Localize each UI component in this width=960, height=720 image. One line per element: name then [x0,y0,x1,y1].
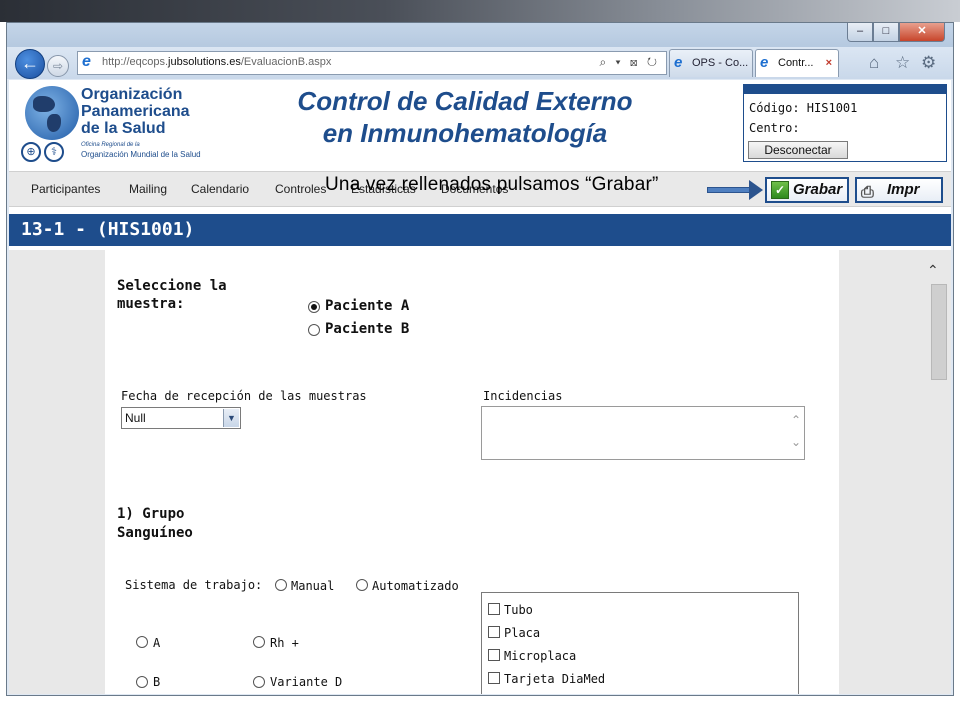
user-center: Centro: [749,121,800,135]
save-button[interactable]: ✓ Grabar [765,177,849,203]
radio-paciente-a[interactable] [308,301,320,313]
home-icon[interactable]: ⌂ [869,53,879,73]
url-text[interactable]: http://eqcops.jubsolutions.es/Evaluacion… [102,56,331,68]
page-scrollbar-thumb[interactable] [931,284,947,380]
globe-icon [25,86,79,140]
menu-bar: Participantes Mailing Calendario Control… [9,171,951,207]
close-window-button[interactable]: ✕ [899,23,945,42]
incidents-textarea[interactable]: ⌃ ⌄ [481,406,805,460]
print-button[interactable]: ⎙ Impr [855,177,943,203]
gear-icon[interactable]: ⚙ [921,53,936,73]
org-office: Oficina Regional de la [81,142,140,148]
address-tools-icons[interactable]: ⌕ ▾ ⊠ ↻ [599,55,660,70]
menu-item-mailing[interactable]: Mailing [129,182,167,196]
address-bar[interactable]: e http://eqcops.jubsolutions.es/Evaluaci… [77,51,667,75]
tab-ops[interactable]: e OPS - Co... [669,49,753,77]
blood-group-title: 1) Grupo Sanguíneo [117,506,193,541]
tab-control[interactable]: e Contr... × [755,49,839,77]
checkbox-label-placa: Placa [504,626,541,640]
url-domain: jubsolutions.es [168,56,241,68]
checkbox-placa[interactable] [488,626,500,638]
maximize-button[interactable]: □ [873,23,899,42]
favorites-star-icon[interactable]: ☆ [895,53,910,73]
radio-manual[interactable] [275,579,287,591]
radio-label-paciente-a: Paciente A [325,298,410,314]
tab-label: OPS - Co... [692,57,749,69]
radio-group-b[interactable] [136,676,148,688]
who-seal-icon: ⚕ [44,142,64,162]
ie-icon: e [674,54,683,71]
title-bar: – □ ✕ [7,23,953,49]
date-select[interactable]: Null ▼ [121,407,241,429]
radio-rh-plus[interactable] [253,636,265,648]
disconnect-button[interactable]: Desconectar [748,141,848,159]
menu-item-controles[interactable]: Controles [275,182,326,196]
user-box-bar [744,85,946,94]
annotation-arrow-head [749,180,763,200]
save-label: Grabar [793,181,843,198]
radio-label-automatizado: Automatizado [372,579,459,593]
radio-label-rh-plus: Rh + [270,636,299,650]
back-button[interactable]: ← [15,49,45,79]
radio-label-paciente-b: Paciente B [325,321,410,337]
forward-button[interactable]: ⇨ [47,55,69,77]
incidents-label: Incidencias [483,389,563,403]
checkbox-label-tarjeta-diamed: Tarjeta DiaMed [504,672,606,686]
date-value: Null [125,411,146,425]
checkbox-label-tubo: Tubo [504,603,533,617]
minimize-button[interactable]: – [847,23,873,42]
date-label: Fecha de recepción de las muestras [121,389,367,403]
un-seal-icon: ⊕ [21,142,41,162]
user-box: Código: HIS1001 Centro: Desconectar [743,84,947,162]
scroll-down-icon[interactable]: ⌄ [791,435,801,449]
checkbox-tarjeta-diamed[interactable] [488,672,500,684]
work-system-label: Sistema de trabajo: [125,578,263,592]
radio-label-variante-d: Variante D [270,675,343,689]
scroll-up-icon[interactable]: ⌃ [791,413,801,427]
radio-label-group-a: A [153,636,161,650]
page-viewport: ⊕ ⚕ Organización Panamericana de la Salu… [9,80,951,694]
instruction-annotation: Una vez rellenados pulsamos “Grabar” [325,174,659,195]
url-prefix: http://eqcops. [102,56,169,68]
page-header: ⊕ ⚕ Organización Panamericana de la Salu… [9,80,951,170]
checkbox-label-microplaca: Microplaca [504,649,577,663]
page-title-line2: en Inmunohematología [322,118,608,148]
menu-item-participantes[interactable]: Participantes [31,182,100,196]
radio-variante-d[interactable] [253,676,265,688]
tab-label: Contr... [778,57,814,69]
radio-automatizado[interactable] [356,579,368,591]
url-path: /EvaluacionB.aspx [240,56,332,68]
chevron-down-icon[interactable]: ▼ [223,409,239,427]
user-code: Código: HIS1001 [749,101,858,115]
sample-label: Seleccione la muestra: [117,278,227,312]
navigation-bar: ← ⇨ e http://eqcops.jubsolutions.es/Eval… [7,47,953,79]
desktop-background [0,0,960,22]
checkbox-tubo[interactable] [488,603,500,615]
method-list: Tubo Placa Microplaca Tarjeta DiaMed [481,592,799,694]
page-title-line1: Control de Calidad Externo [297,86,633,116]
save-icon: ✓ [771,181,789,199]
org-who: Organización Mundial de la Salud [81,150,201,159]
org-name: Organización Panamericana de la Salud [81,86,190,137]
menu-item-calendario[interactable]: Calendario [191,182,249,196]
annotation-arrow [707,187,751,193]
close-tab-icon[interactable]: × [826,50,832,76]
print-label: Impr [887,181,920,198]
radio-paciente-b[interactable] [308,324,320,336]
browser-window: – □ ✕ ← ⇨ e http://eqcops.jubsolutions.e… [6,22,954,696]
radio-label-group-b: B [153,675,161,689]
form-panel: Seleccione la muestra: Paciente A Pacien… [105,250,839,694]
page-scroll-up-icon[interactable]: ⌃ [927,262,939,279]
form-content: Seleccione la muestra: Paciente A Pacien… [9,250,951,694]
radio-label-manual: Manual [291,579,335,593]
section-title: 13-1 - (HIS1001) [9,214,951,246]
ie-icon: e [82,53,91,70]
ie-icon: e [760,54,769,71]
checkbox-microplaca[interactable] [488,649,500,661]
paho-logo: ⊕ ⚕ Organización Panamericana de la Salu… [19,86,225,166]
printer-icon: ⎙ [861,184,874,201]
radio-group-a[interactable] [136,636,148,648]
